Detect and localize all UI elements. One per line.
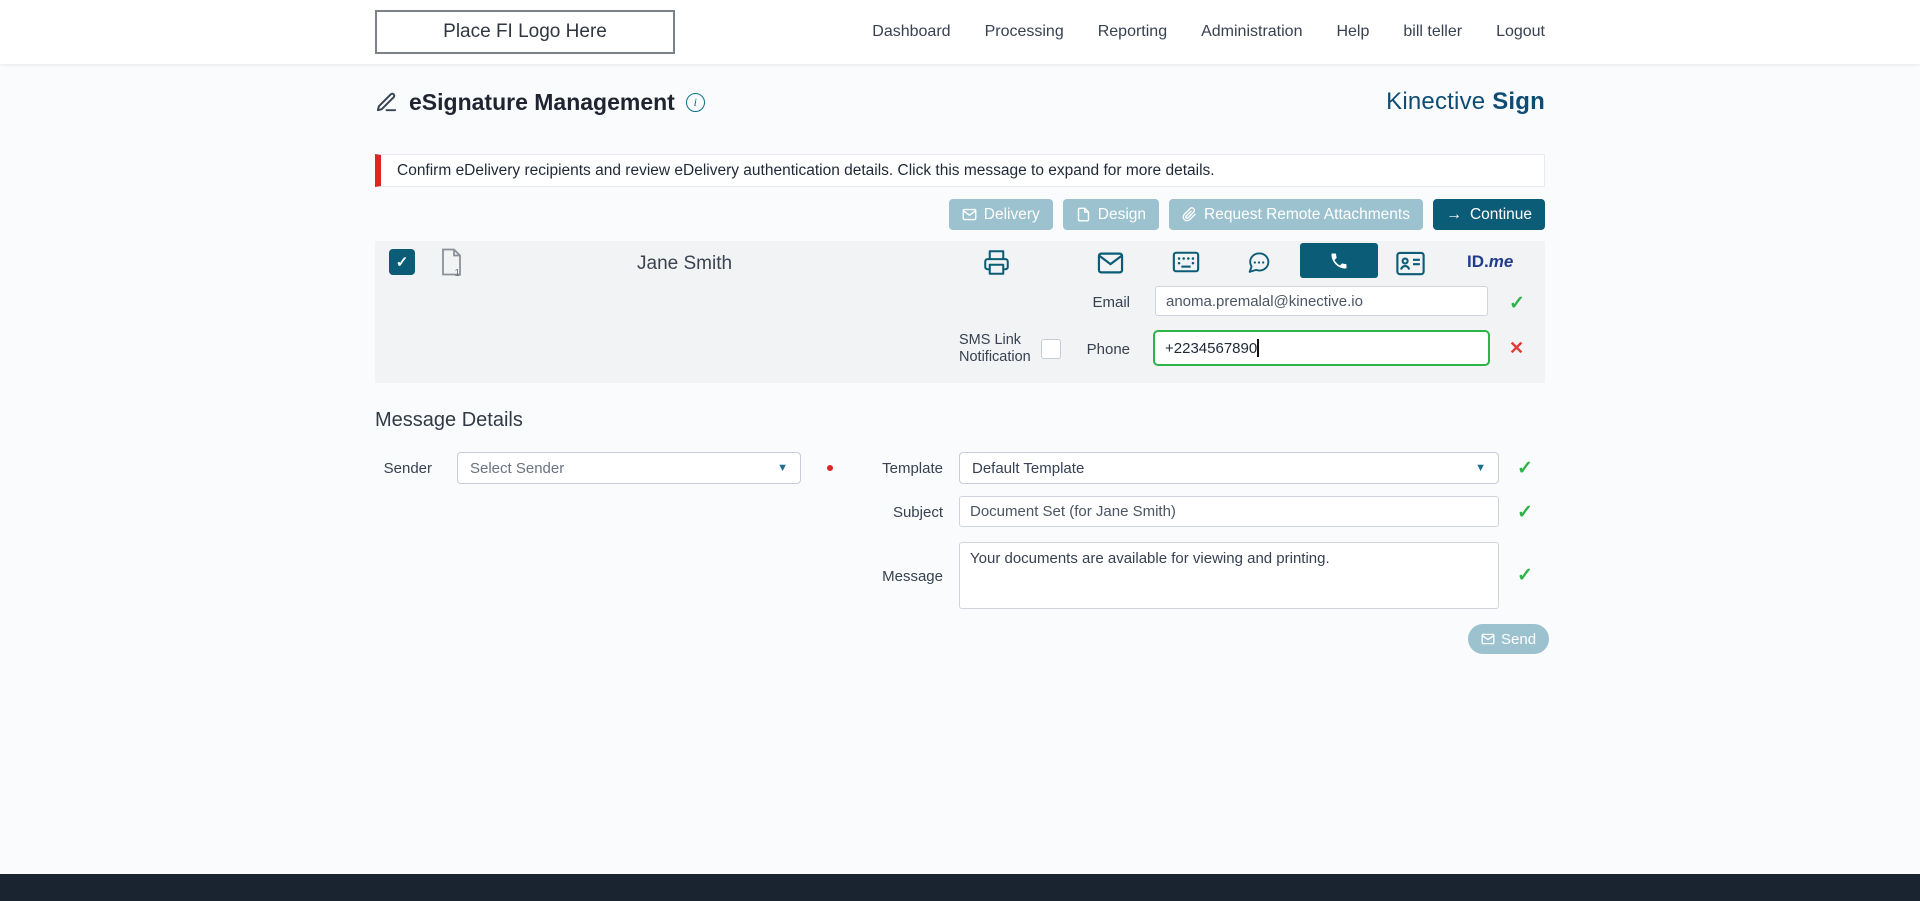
template-selected-value: Default Template <box>972 459 1085 477</box>
paperclip-icon <box>1182 207 1196 222</box>
message-textarea[interactable]: Your documents are available for viewing… <box>959 542 1499 609</box>
id-card-icon[interactable] <box>1395 251 1426 276</box>
sender-selected-value: Select Sender <box>470 459 565 477</box>
nav-dashboard[interactable]: Dashboard <box>872 23 950 41</box>
nav-username[interactable]: bill teller <box>1403 23 1462 41</box>
message-details-form: Sender Select Sender ▼ Template Default … <box>375 440 1550 672</box>
access-code-icon[interactable] <box>1172 251 1200 273</box>
sender-required-indicator <box>827 465 833 471</box>
app-header: Place FI Logo Here Dashboard Processing … <box>0 0 1920 64</box>
design-button[interactable]: Design <box>1062 199 1160 230</box>
brand-product: Sign <box>1492 88 1545 115</box>
sender-select[interactable]: Select Sender ▼ <box>457 452 801 484</box>
phone-invalid-cross-icon: ✕ <box>1509 338 1525 358</box>
subject-valid-check-icon: ✓ <box>1517 502 1533 523</box>
phone-input[interactable] <box>1153 330 1490 366</box>
recipient-checkbox[interactable]: ✓ <box>389 249 415 275</box>
continue-button[interactable]: → Continue <box>1432 199 1545 230</box>
message-valid-check-icon: ✓ <box>1517 565 1533 586</box>
subject-input[interactable] <box>959 496 1499 527</box>
subject-label: Subject <box>892 504 943 521</box>
top-nav: Dashboard Processing Reporting Administr… <box>872 23 1545 41</box>
design-file-icon <box>1077 207 1089 222</box>
nav-logout[interactable]: Logout <box>1496 23 1545 41</box>
nav-processing[interactable]: Processing <box>985 23 1064 41</box>
envelope-icon <box>962 208 977 221</box>
message-details-heading: Message Details <box>375 409 523 431</box>
envelope-icon <box>1481 633 1495 645</box>
signature-pen-icon <box>375 91 398 114</box>
nav-help[interactable]: Help <box>1336 23 1369 41</box>
request-remote-attachments-button[interactable]: Request Remote Attachments <box>1169 199 1423 230</box>
main-content: eSignature Management i Kinective Sign C… <box>375 86 1550 672</box>
idme-auth-logo[interactable]: ID.me <box>1467 252 1513 272</box>
recipient-name: Jane Smith <box>637 253 733 274</box>
action-toolbar: Delivery Design Request Remote Attachmen… <box>375 199 1545 230</box>
email-input[interactable] <box>1155 286 1488 316</box>
template-select[interactable]: Default Template ▼ <box>959 452 1499 484</box>
print-icon[interactable] <box>983 249 1010 276</box>
chevron-down-icon: ▼ <box>777 461 788 474</box>
checkbox-check-icon: ✓ <box>395 254 409 271</box>
edelivery-alert-banner[interactable]: Confirm eDelivery recipients and review … <box>375 154 1545 187</box>
phone-field-wrapper <box>1153 330 1490 366</box>
delivery-button[interactable]: Delivery <box>948 199 1053 230</box>
fi-logo-placeholder: Place FI Logo Here <box>375 10 675 54</box>
email-valid-check-icon: ✓ <box>1509 293 1525 314</box>
chevron-down-icon: ▼ <box>1475 461 1486 474</box>
nav-reporting[interactable]: Reporting <box>1098 23 1167 41</box>
document-count: 1 <box>454 268 460 279</box>
template-valid-check-icon: ✓ <box>1517 458 1533 479</box>
template-label: Template <box>882 460 943 477</box>
info-icon[interactable]: i <box>685 92 705 112</box>
phone-call-auth-selected[interactable] <box>1300 243 1378 278</box>
brand-name: Kinective <box>1386 88 1486 115</box>
email-label: Email <box>1092 294 1130 311</box>
nav-administration[interactable]: Administration <box>1201 23 1302 41</box>
recipient-row: ✓ 1 Jane Smith ID.me Email ✓ S <box>375 241 1545 383</box>
kinective-sign-logo: Kinective Sign <box>1386 88 1545 116</box>
sms-chat-icon[interactable] <box>1246 250 1272 275</box>
documents-icon[interactable]: 1 <box>439 248 463 281</box>
phone-icon <box>1331 253 1347 268</box>
send-button[interactable]: Send <box>1468 624 1550 654</box>
phone-label: Phone <box>1086 341 1130 358</box>
page-title: eSignature Management <box>409 88 675 115</box>
message-label: Message <box>882 568 943 585</box>
sender-label: Sender <box>383 460 432 477</box>
text-cursor <box>1257 339 1259 357</box>
email-auth-icon[interactable] <box>1097 252 1124 274</box>
arrow-right-icon: → <box>1445 205 1462 223</box>
footer-bar <box>0 874 1920 901</box>
